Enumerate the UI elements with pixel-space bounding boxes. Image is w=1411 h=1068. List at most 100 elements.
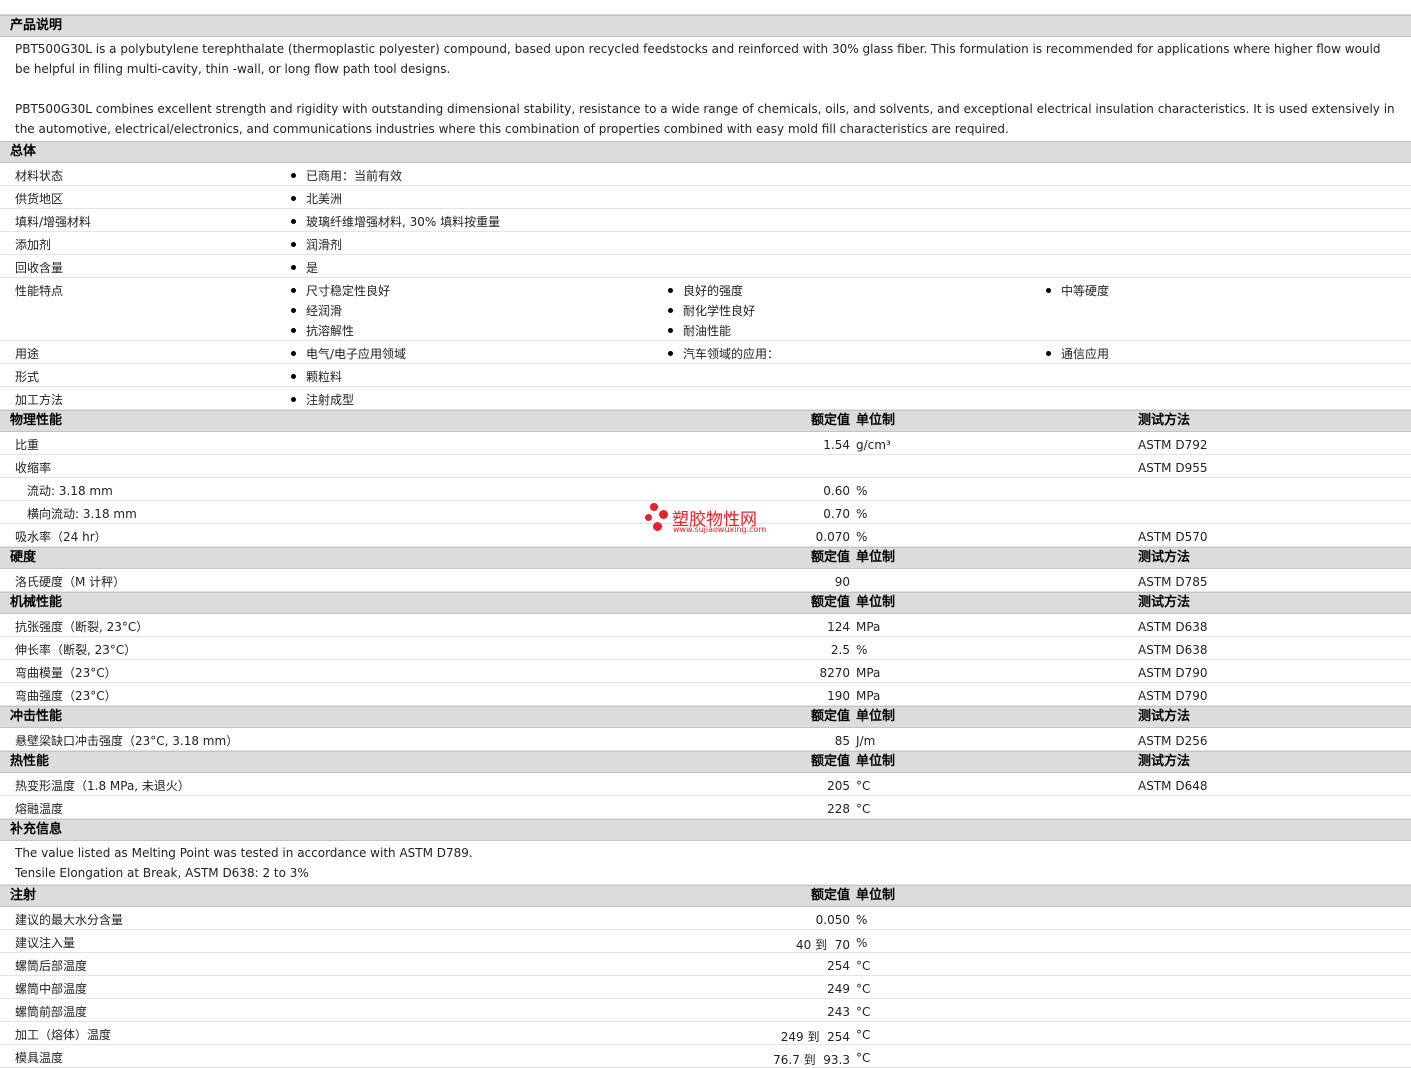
row-value: 90 (834, 575, 850, 589)
section-title: 补充信息 (10, 822, 63, 837)
header-unit: 单位制 (856, 709, 896, 724)
row-value: 0.60 (823, 484, 850, 498)
row-label: 形式 (15, 370, 40, 384)
row-method: ASTM D955 (1138, 461, 1208, 475)
supplement-block: The value listed as Melting Point was te… (0, 841, 1411, 885)
bullet-icon (291, 265, 296, 270)
bullet-item: 注射成型 (291, 391, 354, 411)
row-value: 254 (827, 959, 850, 973)
row-tensile-strength: 抗张强度（断裂, 23°C） 124 MPa ASTM D638 (0, 614, 1411, 637)
section-title: 注射 (10, 888, 37, 903)
row-value: 249 到 254 (780, 1030, 850, 1044)
row-value: 228 (827, 802, 850, 816)
header-unit: 单位制 (856, 550, 896, 565)
bullet-icon (291, 173, 296, 178)
top-border (0, 0, 1411, 15)
bullet-icon (291, 374, 296, 379)
header-method: 测试方法 (1138, 413, 1191, 428)
row-unit: % (856, 643, 868, 657)
header-value: 额定值 (810, 413, 850, 428)
bullet-item: 经润滑 (291, 302, 390, 322)
row-label: 建议注入量 (15, 936, 76, 950)
section-supplement: 补充信息 (0, 819, 1411, 841)
row-label: 悬壁梁缺口冲击强度（23°C, 3.18 mm） (15, 734, 239, 748)
section-injection: 注射 额定值 单位制 (0, 885, 1411, 907)
header-value: 额定值 (810, 709, 850, 724)
row-izod-impact: 悬壁梁缺口冲击强度（23°C, 3.18 mm） 85 J/m ASTM D25… (0, 728, 1411, 751)
row-processing-method: 加工方法 注射成型 (0, 387, 1411, 410)
bullet-icon (668, 288, 673, 293)
bullet-item: 良好的强度 (668, 282, 755, 302)
section-title: 物理性能 (10, 413, 63, 428)
bullet-icon (291, 397, 296, 402)
bullet-item: 耐油性能 (668, 322, 755, 342)
row-method: ASTM D638 (1138, 643, 1208, 657)
bullet-item: 耐化学性良好 (668, 302, 755, 322)
section-physical: 物理性能 额定值 单位制 测试方法 (0, 410, 1411, 432)
row-shot-size: 建议注入量 40 到 70 % (0, 930, 1411, 953)
header-unit: 单位制 (856, 888, 896, 903)
row-heat-deflection: 热变形温度（1.8 MPa, 未退火） 205 °C ASTM D648 (0, 773, 1411, 796)
row-melting-temp: 熔融温度 228 °C (0, 796, 1411, 819)
watermark-dots-icon (643, 502, 671, 534)
row-label: 材料状态 (15, 169, 64, 183)
row-value: 249 (827, 982, 850, 996)
row-unit: MPa (856, 689, 881, 703)
row-method: ASTM D648 (1138, 779, 1208, 793)
row-features: 性能特点 尺寸稳定性良好 经润滑 抗溶解性 良好的强度 耐化学性良好 耐油性能 … (0, 278, 1411, 341)
row-unit: °C (856, 802, 871, 816)
bullet-item: 玻璃纤维增强材料, 30% 填料按重量 (291, 213, 500, 233)
bullet-item: 已商用：当前有效 (291, 167, 402, 187)
row-additive: 添加剂 润滑剂 (0, 232, 1411, 255)
row-label: 洛氏硬度（M 计秤） (15, 575, 126, 589)
description-paragraph: PBT500G30L is a polybutylene terephthala… (15, 42, 1381, 76)
row-form: 形式 颗粒料 (0, 364, 1411, 387)
bullet-item: 抗溶解性 (291, 322, 390, 342)
section-description: 产品说明 (0, 15, 1411, 37)
header-unit: 单位制 (856, 754, 896, 769)
row-label: 用途 (15, 347, 40, 361)
row-label: 抗张强度（断裂, 23°C） (15, 620, 149, 634)
bullet-icon (291, 219, 296, 224)
row-value: 243 (827, 1005, 850, 1019)
bullet-item: 润滑剂 (291, 236, 342, 256)
row-supply-region: 供货地区 北美洲 (0, 186, 1411, 209)
header-value: 额定值 (810, 754, 850, 769)
row-label: 螺筒中部温度 (15, 982, 88, 996)
bullet-item: 电气/电子应用领域 (291, 345, 406, 365)
row-flexural-modulus: 弯曲模量（23°C） 8270 MPa ASTM D790 (0, 660, 1411, 683)
row-rockwell-hardness: 洛氏硬度（M 计秤） 90 ASTM D785 (0, 569, 1411, 592)
row-filler: 填料/增强材料 玻璃纤维增强材料, 30% 填料按重量 (0, 209, 1411, 232)
row-label: 螺筒前部温度 (15, 1005, 88, 1019)
row-value: 8270 (819, 666, 850, 680)
bullet-icon (291, 242, 296, 247)
row-label: 性能特点 (15, 284, 64, 298)
row-max-moisture: 建议的最大水分含量 0.050 % (0, 907, 1411, 930)
section-title: 产品说明 (10, 18, 63, 33)
row-method: ASTM D792 (1138, 438, 1208, 452)
bullet-item: 尺寸稳定性良好 (291, 282, 390, 302)
row-label: 收缩率 (15, 461, 52, 475)
bullet-icon (291, 308, 296, 313)
row-label: 弯曲强度（23°C） (15, 689, 117, 703)
section-hardness: 硬度 额定值 单位制 测试方法 (0, 547, 1411, 569)
row-label: 模具温度 (15, 1051, 64, 1065)
bullet-icon (668, 351, 673, 356)
row-method: ASTM D570 (1138, 530, 1208, 544)
row-unit: °C (856, 959, 871, 973)
header-value: 额定值 (810, 888, 850, 903)
row-label: 加工方法 (15, 393, 64, 407)
row-label: 横向流动: 3.18 mm (27, 507, 137, 521)
row-method: ASTM D638 (1138, 620, 1208, 634)
row-label: 建议的最大水分含量 (15, 913, 124, 927)
header-unit: 单位制 (856, 595, 896, 610)
section-impact: 冲击性能 额定值 单位制 测试方法 (0, 706, 1411, 728)
row-uses: 用途 电气/电子应用领域 汽车领域的应用： 通信应用 (0, 341, 1411, 364)
row-method: ASTM D790 (1138, 666, 1208, 680)
bullet-icon (291, 328, 296, 333)
header-method: 测试方法 (1138, 709, 1191, 724)
row-melt-processing-temp: 加工（熔体）温度 249 到 254 °C (0, 1022, 1411, 1045)
row-unit: MPa (856, 620, 881, 634)
row-rear-temp: 螺筒后部温度 254 °C (0, 953, 1411, 976)
description-paragraph: PBT500G30L combines excellent strength a… (15, 102, 1395, 136)
